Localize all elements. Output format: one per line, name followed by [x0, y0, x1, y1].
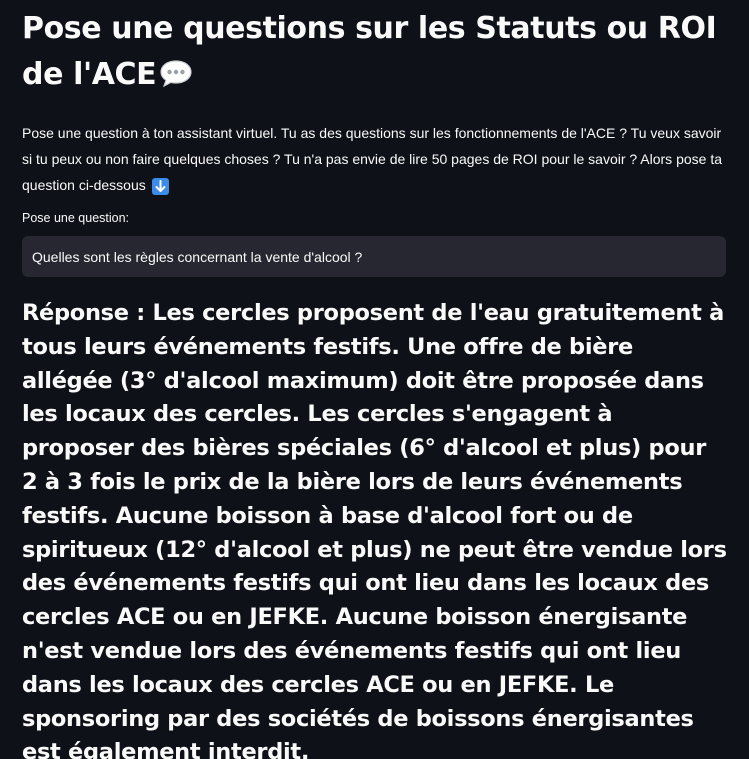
intro-paragraph: Pose une question à ton assistant virtue…	[22, 120, 727, 198]
main-page: Pose une questions sur les Statuts ou RO…	[0, 0, 749, 759]
page-title: Pose une questions sur les Statuts ou RO…	[22, 6, 727, 102]
answer-text: Réponse : Les cercles proposent de l'eau…	[22, 300, 727, 759]
page-title-text: Pose une questions sur les Statuts ou RO…	[22, 11, 717, 92]
question-field-label: Pose une question:	[22, 211, 130, 225]
question-input[interactable]	[22, 236, 726, 277]
speech-bubble-icon	[158, 56, 194, 102]
down-arrow-icon	[151, 178, 169, 195]
intro-text: Pose une question à ton assistant virtue…	[22, 125, 722, 193]
